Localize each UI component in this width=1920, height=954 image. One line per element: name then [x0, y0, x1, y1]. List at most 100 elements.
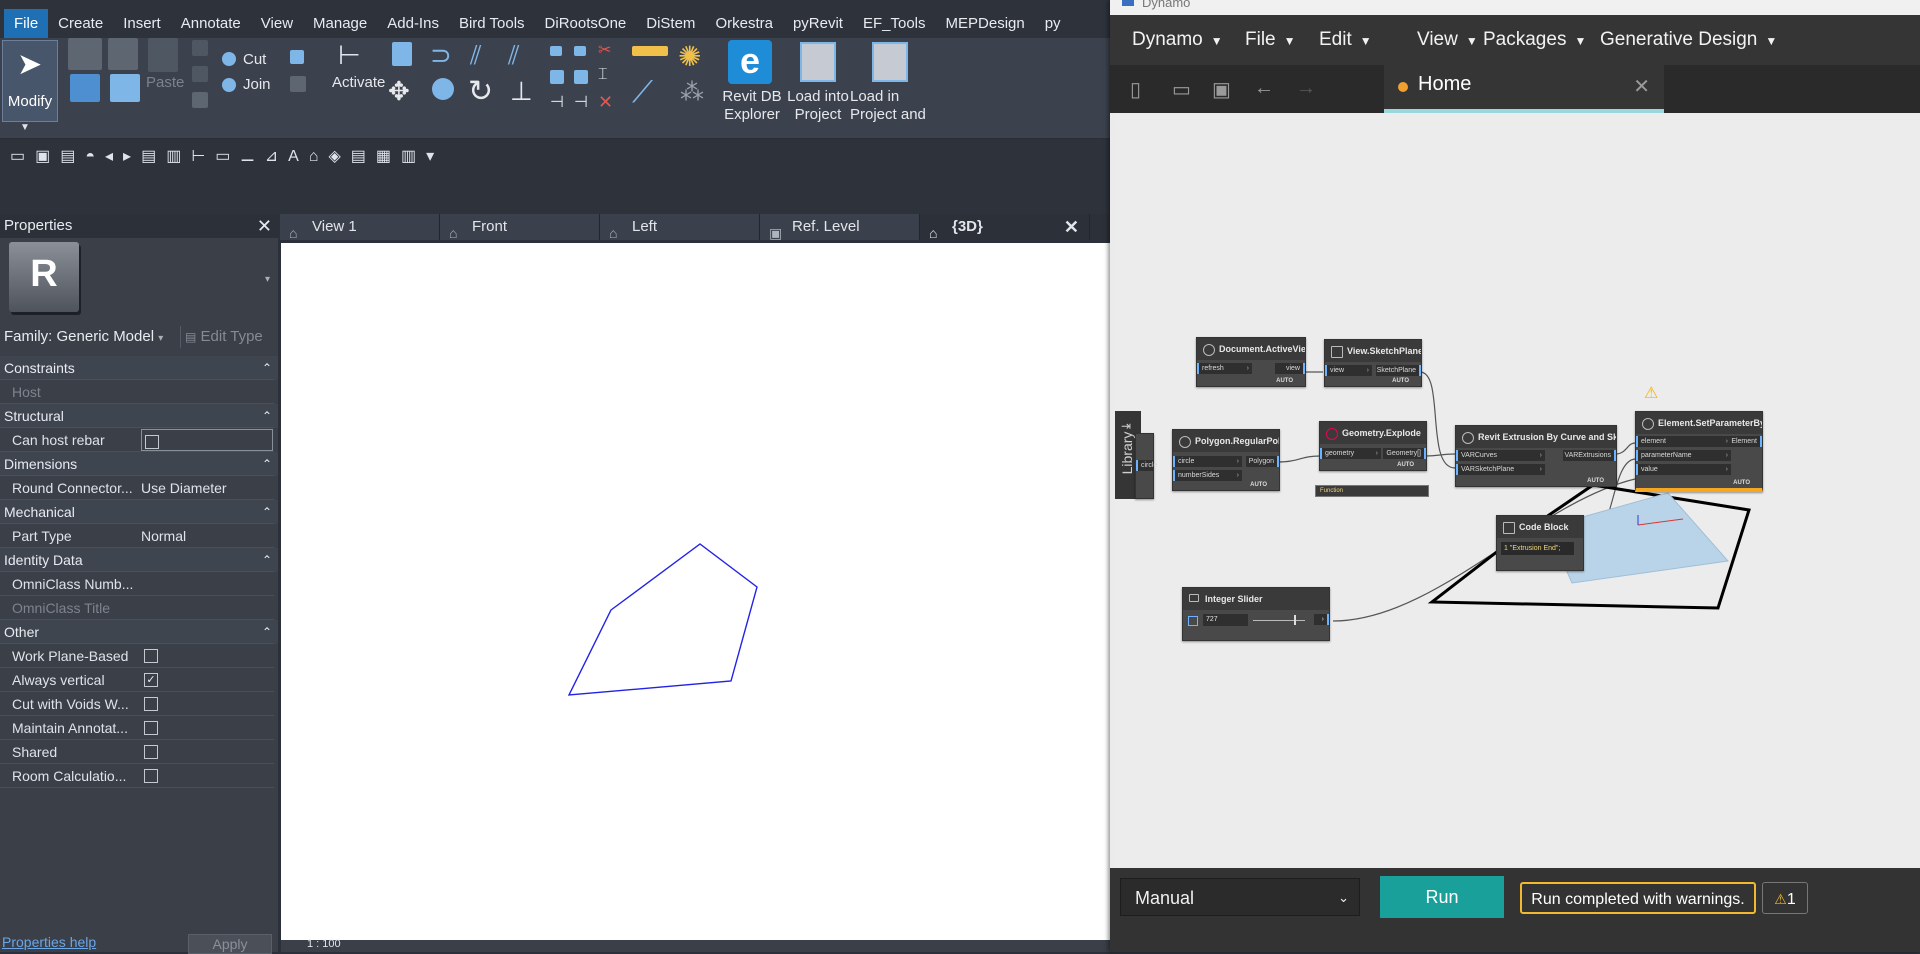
- property-category[interactable]: Other ⌃: [0, 620, 278, 644]
- checkbox[interactable]: [145, 435, 159, 449]
- wire-explode-extrusion[interactable]: [1424, 453, 1456, 457]
- copy-icon[interactable]: [192, 66, 208, 82]
- offset-icon[interactable]: ⊃: [430, 40, 452, 71]
- node-revit-extrusion[interactable]: Revit Extrusion By Curve and Sketchplane…: [1455, 425, 1617, 487]
- property-value[interactable]: ✓: [141, 668, 271, 691]
- tab-front[interactable]: ⌂ Front: [440, 214, 600, 241]
- undo-icon[interactable]: ←: [1254, 77, 1274, 100]
- paste-button[interactable]: Paste: [146, 74, 184, 91]
- cut-clipboard-icon[interactable]: [192, 40, 208, 56]
- measure-icon[interactable]: [632, 46, 668, 56]
- dynamo-menu-dynamo[interactable]: Dynamo ▼: [1132, 15, 1223, 65]
- move-icon[interactable]: ✥: [388, 76, 410, 107]
- run-mode-select[interactable]: Manual ⌄: [1120, 878, 1360, 916]
- menu-insert[interactable]: Insert: [113, 15, 171, 38]
- split-element-icon[interactable]: [550, 46, 562, 56]
- port-varcurves[interactable]: VARCurves ›: [1456, 450, 1545, 461]
- checkbox[interactable]: [144, 649, 158, 663]
- collapse-icon[interactable]: ⌃: [262, 500, 272, 524]
- property-value[interactable]: [141, 429, 273, 451]
- dynamo-menu-packages[interactable]: Packages ▼: [1483, 15, 1586, 65]
- checkbox[interactable]: [144, 769, 158, 783]
- menu-dirootsone[interactable]: DiRootsOne: [535, 15, 637, 38]
- menu-pyrevit[interactable]: pyRevit: [783, 15, 853, 38]
- new-file-icon[interactable]: ▯: [1130, 77, 1141, 102]
- property-value[interactable]: [141, 716, 271, 739]
- property-value[interactable]: Normal: [141, 524, 271, 547]
- property-value[interactable]: Use Diameter: [141, 476, 271, 499]
- save-icon[interactable]: ▣: [1212, 77, 1231, 102]
- menu-ef-tools[interactable]: EF_Tools: [853, 15, 936, 38]
- property-value[interactable]: [141, 644, 271, 667]
- property-value[interactable]: [141, 572, 271, 595]
- mirror-pick-axis-icon[interactable]: ⫽: [470, 40, 482, 72]
- collapse-icon[interactable]: ⌃: [262, 404, 272, 428]
- load-into-project-close-button[interactable]: Load in Project and: [850, 88, 926, 124]
- port-view-in[interactable]: view ›: [1325, 365, 1372, 376]
- collapse-icon[interactable]: ⌃: [262, 356, 272, 380]
- slider-thumb[interactable]: [1294, 615, 1296, 625]
- wire-polygon-explode[interactable]: [1276, 455, 1321, 463]
- checkbox[interactable]: ✓: [144, 673, 158, 687]
- property-category[interactable]: Structural ⌃: [0, 404, 278, 428]
- node-geometry-explode[interactable]: Geometry.Explode geometry › Geometry[] AU…: [1319, 421, 1427, 471]
- unpin-icon[interactable]: ✂: [598, 40, 611, 60]
- port-varextrusions-out[interactable]: VARExtrusions: [1563, 450, 1616, 461]
- slider-expand-icon[interactable]: [1188, 616, 1198, 626]
- property-value[interactable]: [141, 596, 271, 619]
- ribbon-panel-dropdown-icon[interactable]: ▼: [20, 122, 30, 133]
- tab-view-1[interactable]: ⌂ View 1: [280, 214, 440, 241]
- rotate-icon[interactable]: ↻: [468, 74, 493, 109]
- checkbox[interactable]: [144, 697, 158, 711]
- join-button[interactable]: Join: [243, 76, 271, 93]
- slider-value-input[interactable]: 727: [1203, 614, 1248, 626]
- node-code-block[interactable]: Code Block 1 "Extrusion End";: [1496, 515, 1584, 571]
- collapse-icon[interactable]: ⌃: [262, 452, 272, 476]
- tab-close-icon[interactable]: ✕: [1064, 214, 1079, 240]
- dynamo-menu-file[interactable]: File ▼: [1245, 15, 1296, 65]
- revit-3d-view-canvas[interactable]: [281, 243, 1111, 940]
- split-face-icon[interactable]: [290, 76, 306, 92]
- edit-type-button[interactable]: ▤ Edit Type: [180, 326, 279, 348]
- view-scale[interactable]: 1 : 100: [307, 938, 341, 950]
- revit-db-explorer-button[interactable]: Revit DB Explorer: [716, 88, 788, 124]
- family-category-icon[interactable]: [110, 74, 140, 102]
- port-polygon-out[interactable]: Polygon: [1246, 456, 1279, 467]
- load-into-project-button[interactable]: Load into Project: [782, 88, 854, 124]
- node-polygon-regularpolygon[interactable]: Polygon.RegularPolygon circle › numberSid…: [1172, 429, 1280, 491]
- cut-button[interactable]: Cut: [243, 51, 266, 68]
- trim-multiple-icon[interactable]: ⊣: [550, 92, 564, 112]
- code-block-text[interactable]: 1 "Extrusion End";: [1501, 542, 1574, 555]
- port-parametername[interactable]: parameterName ›: [1636, 450, 1731, 461]
- select-underlay-icon[interactable]: [70, 74, 100, 102]
- redo-icon[interactable]: →: [1296, 77, 1316, 100]
- family-select[interactable]: Family: Generic Model ▾: [4, 326, 174, 348]
- wall-joins-icon[interactable]: [290, 50, 304, 64]
- port-numbersides[interactable]: numberSides ›: [1173, 470, 1242, 481]
- tab-home[interactable]: Home ✕: [1384, 65, 1664, 113]
- port-geometry-in[interactable]: geometry ›: [1320, 448, 1381, 459]
- wire-extrusion-setparam[interactable]: [1614, 442, 1636, 455]
- property-category[interactable]: Dimensions ⌃: [0, 452, 278, 476]
- open-folder-icon[interactable]: ▭: [1172, 77, 1191, 102]
- type-properties-icon[interactable]: [108, 38, 138, 70]
- dynamo-menu-generative-design[interactable]: Generative Design ▼: [1600, 15, 1777, 65]
- port-element[interactable]: element ›: [1636, 436, 1731, 447]
- delete-icon[interactable]: ✕: [598, 92, 613, 113]
- menu-manage[interactable]: Manage: [303, 15, 377, 38]
- node-integer-slider[interactable]: Integer Slider 727 ›: [1182, 587, 1330, 641]
- copy-element-icon[interactable]: [432, 78, 454, 100]
- node-function-preview[interactable]: Function: [1315, 485, 1429, 497]
- collapse-icon[interactable]: ⌃: [262, 548, 272, 572]
- property-value[interactable]: [141, 740, 271, 763]
- node-document-activeview[interactable]: Document.ActiveView refresh › view AUTO: [1196, 337, 1306, 387]
- dynamo-menu-view[interactable]: View ▼: [1417, 15, 1478, 65]
- menu-create[interactable]: Create: [48, 15, 113, 38]
- create-group-icon[interactable]: ⁂: [680, 78, 704, 107]
- collapse-icon[interactable]: ⌃: [262, 620, 272, 644]
- port-refresh[interactable]: refresh ›: [1197, 363, 1252, 374]
- node-partial-circle[interactable]: circle: [1135, 433, 1157, 499]
- activate-button[interactable]: Activate: [332, 74, 385, 91]
- properties-help-link[interactable]: Properties help: [2, 934, 96, 950]
- port-view-out[interactable]: view: [1275, 363, 1305, 374]
